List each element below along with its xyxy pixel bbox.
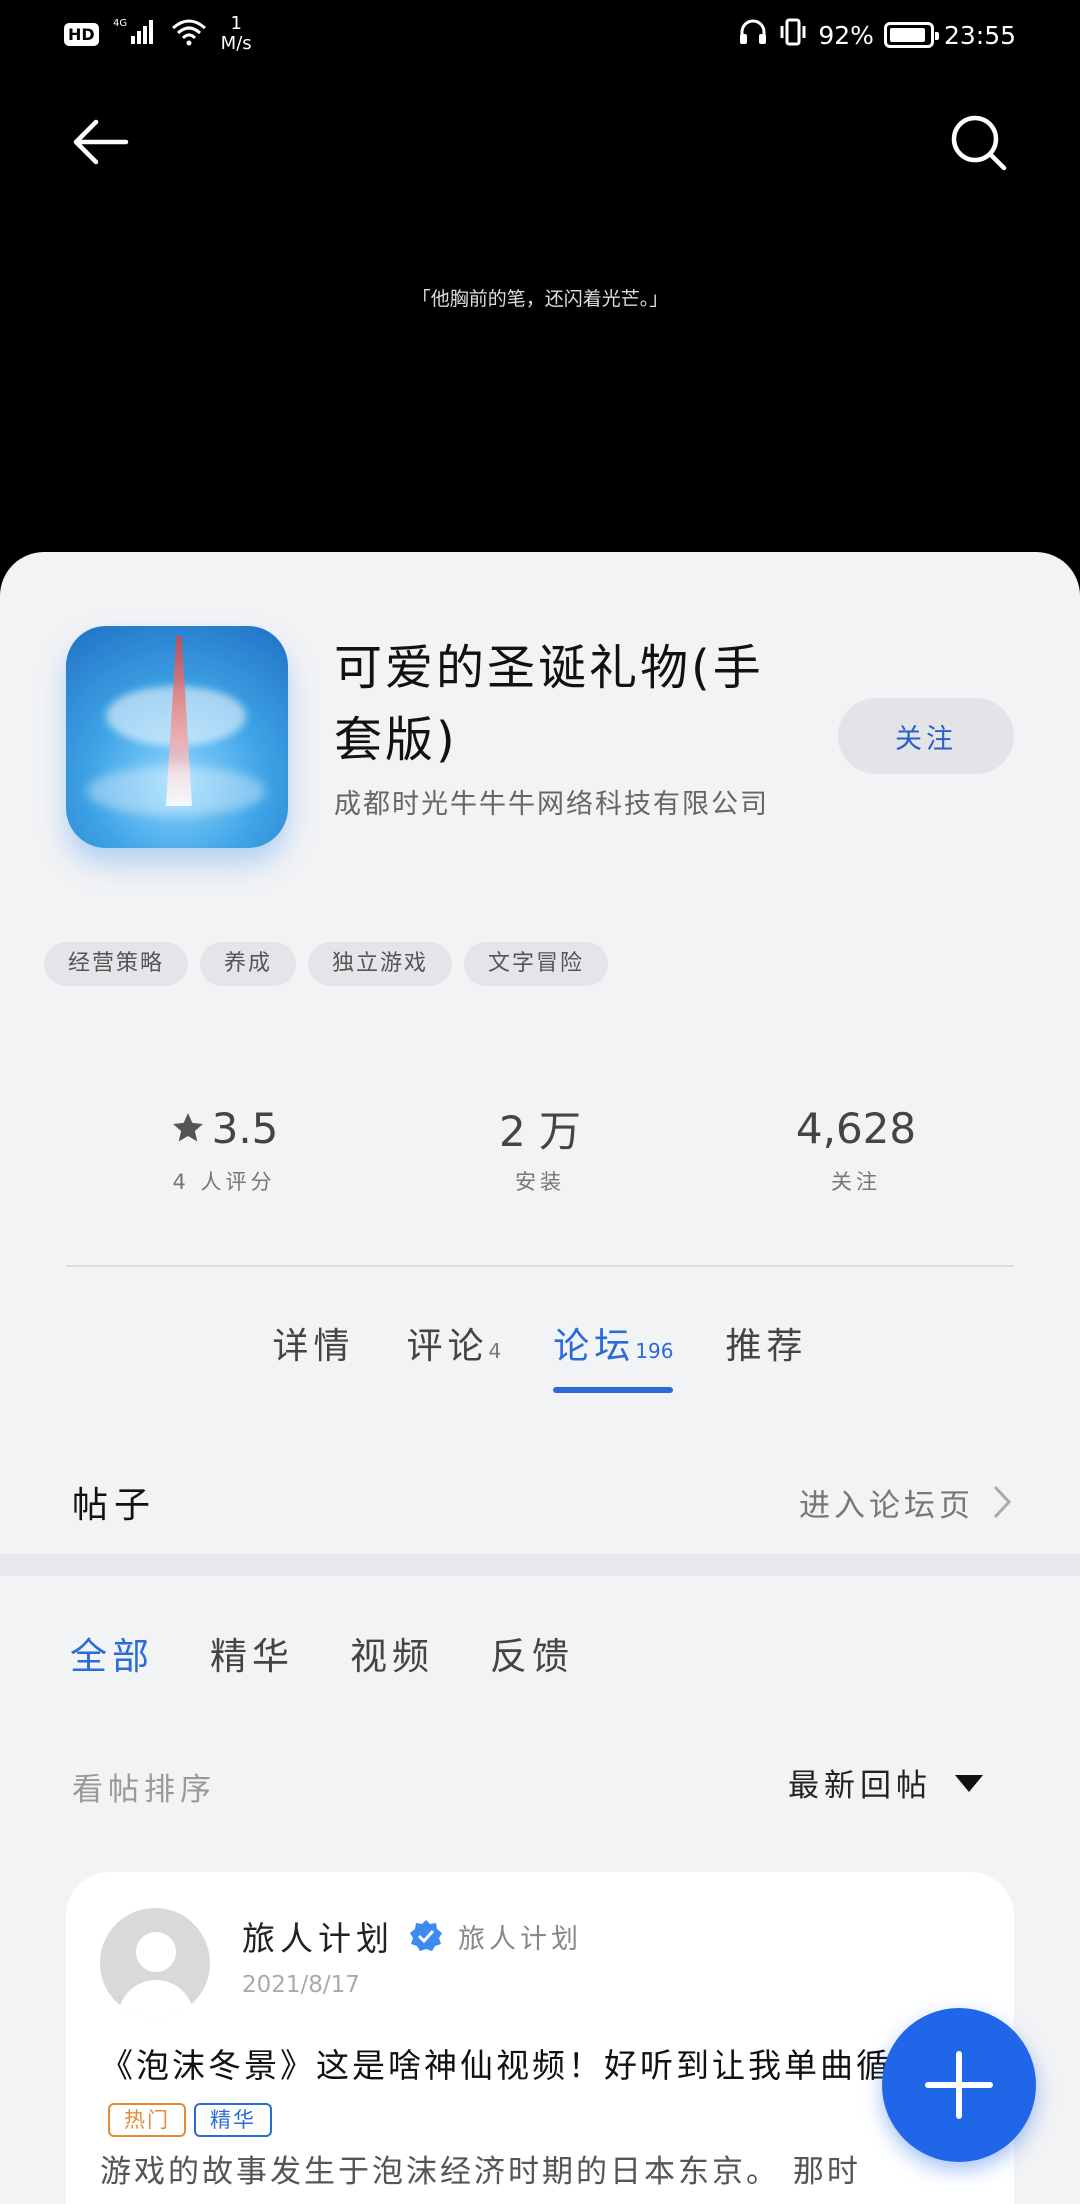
enter-forum-link[interactable]: 进入论坛页 bbox=[799, 1480, 1012, 1525]
followers-stat: 4,628 关注 bbox=[698, 1100, 1014, 1196]
installs-stat: 2 万 安装 bbox=[382, 1100, 698, 1196]
followers-value: 4,628 bbox=[795, 1103, 917, 1153]
followers-label: 关注 bbox=[831, 1170, 881, 1194]
rating-value: 3.5 bbox=[211, 1103, 279, 1153]
vibrate-icon bbox=[778, 18, 808, 52]
sort-label: 看帖排序 bbox=[72, 1772, 216, 1808]
avatar[interactable] bbox=[100, 1908, 210, 2018]
verified-badge-icon bbox=[410, 1920, 442, 1951]
installs-label: 安装 bbox=[515, 1170, 565, 1194]
post-date: 2021/8/17 bbox=[242, 1972, 360, 1998]
posts-header: 帖子 进入论坛页 bbox=[72, 1476, 1012, 1528]
filter-all[interactable]: 全部 bbox=[70, 1626, 154, 1680]
section-separator bbox=[0, 1554, 1080, 1576]
svg-text:4G: 4G bbox=[113, 18, 127, 29]
tag-chip[interactable]: 养成 bbox=[200, 942, 297, 986]
stats-row: 3.5 4 人评分 2 万 安装 4,628 关注 bbox=[66, 1100, 1014, 1196]
filter-video[interactable]: 视频 bbox=[350, 1626, 434, 1680]
hd-indicator: HD bbox=[64, 22, 99, 46]
sort-dropdown[interactable]: 最新回帖 bbox=[788, 1760, 984, 1805]
network-speed: 1 M/s bbox=[220, 13, 252, 54]
banner-quote: 「他胸前的笔，还闪着光芒。」 bbox=[411, 288, 669, 310]
wifi-icon bbox=[171, 18, 207, 50]
tab-reviews[interactable]: 评论4 bbox=[407, 1317, 502, 1393]
author-tag: 旅人计划 bbox=[458, 1923, 582, 1955]
signal-icon: 4G bbox=[113, 16, 157, 52]
app-detail-sheet: 可爱的圣诞礼物(手套版) 成都时光牛牛牛网络科技有限公司 关注 经营策略 养成 … bbox=[0, 552, 1080, 2204]
post-card[interactable]: 旅人计划 旅人计划 2021/8/17 《泡沫冬景》这是啥神仙视频！好听到让我单… bbox=[66, 1872, 1014, 2204]
tag-chip[interactable]: 经营策略 bbox=[44, 942, 189, 986]
author-name[interactable]: 旅人计划 bbox=[242, 1912, 394, 1960]
arrow-left-icon bbox=[73, 119, 129, 165]
search-icon bbox=[951, 115, 1007, 171]
clock: 23:55 bbox=[943, 20, 1016, 50]
app-title: 可爱的圣诞礼物(手套版) bbox=[334, 640, 764, 768]
app-icon bbox=[66, 626, 288, 848]
chevron-right-icon bbox=[993, 1485, 1012, 1519]
caret-down-icon bbox=[955, 1774, 983, 1792]
battery-icon bbox=[883, 22, 939, 48]
filter-feedback[interactable]: 反馈 bbox=[490, 1626, 574, 1680]
posts-title: 帖子 bbox=[72, 1485, 157, 1526]
new-post-button[interactable] bbox=[882, 2008, 1036, 2162]
featured-badge: 精华 bbox=[194, 2102, 272, 2137]
plus-icon bbox=[925, 2051, 993, 2119]
status-bar: HD 4G 1 M/s 92% 23:55 bbox=[0, 0, 1080, 70]
tab-bar: 详情 评论4 论坛196 推荐 bbox=[0, 1317, 1080, 1393]
post-title[interactable]: 《泡沫冬景》这是啥神仙视频！好听到让我单曲循环热门 精华 bbox=[100, 2040, 980, 2144]
search-button[interactable] bbox=[948, 112, 1008, 172]
installs-value: 2 万 bbox=[498, 1106, 582, 1156]
divider bbox=[66, 1265, 1014, 1267]
tab-details[interactable]: 详情 bbox=[273, 1317, 355, 1393]
post-excerpt: 游戏的故事发生于泡沫经济时期的日本东京。 那时 bbox=[100, 2154, 861, 2190]
rating-label: 4 人评分 bbox=[172, 1170, 276, 1194]
tab-forum[interactable]: 论坛196 bbox=[553, 1317, 674, 1393]
post-filter-bar: 全部 精华 视频 反馈 bbox=[70, 1626, 574, 1680]
star-icon bbox=[172, 1113, 203, 1142]
hot-badge: 热门 bbox=[108, 2102, 186, 2137]
tab-recommend[interactable]: 推荐 bbox=[725, 1317, 807, 1393]
back-button[interactable] bbox=[70, 112, 130, 172]
tag-list: 经营策略 养成 独立游戏 文字冒险 bbox=[44, 942, 609, 986]
app-developer[interactable]: 成都时光牛牛牛网络科技有限公司 bbox=[334, 784, 814, 826]
rating-stat[interactable]: 3.5 4 人评分 bbox=[66, 1100, 382, 1196]
follow-button[interactable]: 关注 bbox=[838, 698, 1014, 774]
tag-chip[interactable]: 独立游戏 bbox=[308, 942, 453, 986]
battery-percent: 92% bbox=[818, 20, 874, 50]
tag-chip[interactable]: 文字冒险 bbox=[464, 942, 609, 986]
filter-featured[interactable]: 精华 bbox=[210, 1626, 294, 1680]
headphones-icon bbox=[738, 18, 768, 52]
